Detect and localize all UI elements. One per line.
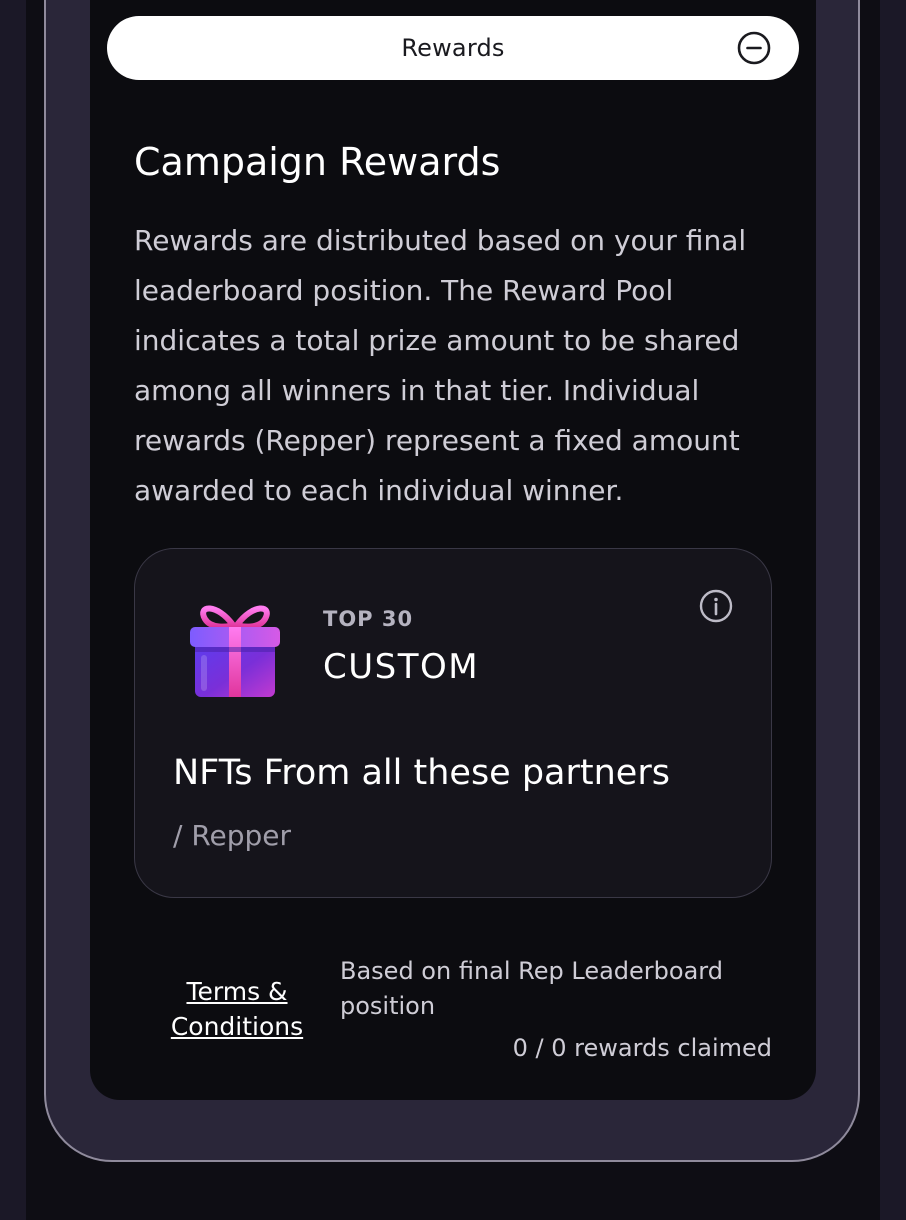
minus-circle-icon[interactable]	[737, 31, 771, 65]
info-icon[interactable]	[699, 589, 733, 623]
reward-basis-text: Based on final Rep Leaderboard position	[340, 957, 723, 1020]
terms-conditions-link[interactable]: Terms & Conditions	[160, 974, 314, 1044]
rewards-section-toggle[interactable]: Rewards	[107, 16, 799, 80]
reward-amount: NFTs From all these partners	[173, 753, 670, 793]
campaign-rewards-heading: Campaign Rewards	[134, 140, 501, 184]
rewards-section-label: Rewards	[401, 34, 505, 62]
reward-unit: / Repper	[173, 819, 292, 852]
reward-tier-card: TOP 30 CUSTOM NFTs From all these partne…	[134, 548, 772, 898]
gift-icon	[190, 605, 280, 697]
rewards-claimed-count: 0 / 0 rewards claimed	[512, 1034, 772, 1062]
tier-rank-label: TOP 30	[323, 607, 414, 631]
campaign-rewards-description: Rewards are distributed based on your fi…	[134, 224, 747, 507]
reward-type-label: CUSTOM	[323, 647, 480, 687]
